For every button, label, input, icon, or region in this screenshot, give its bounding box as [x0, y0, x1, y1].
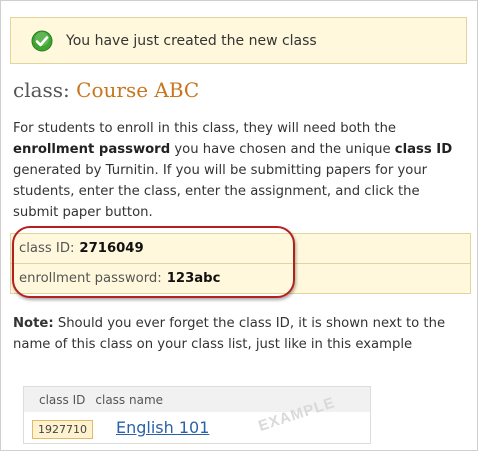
example-class-list: class ID class name 1927710 English 101 …: [23, 386, 371, 444]
note-paragraph: Note: Should you ever forget the class I…: [13, 313, 467, 355]
check-circle-icon: [31, 30, 53, 52]
column-header-class-id: class ID: [39, 392, 86, 407]
example-class-id: 1927710: [32, 420, 93, 439]
class-created-panel: You have just created the new class clas…: [0, 0, 478, 451]
enrollment-instructions: For students to enroll in this class, th…: [13, 118, 465, 223]
example-class-link[interactable]: English 101: [116, 418, 209, 437]
note-text: Should you ever forget the class ID, it …: [13, 316, 446, 352]
note-label: Note:: [13, 316, 54, 331]
highlight-annotation: [12, 226, 295, 298]
success-message: You have just created the new class: [66, 32, 317, 49]
title-prefix: class:: [13, 78, 77, 102]
example-row: 1927710 English 101 EXAMPLE: [24, 394, 370, 444]
instructions-emphasis: class ID: [394, 142, 453, 157]
page-title: class: Course ABC: [13, 78, 199, 102]
column-header-class-name: class name: [95, 392, 164, 407]
instructions-text: you have chosen and the unique: [170, 142, 395, 157]
instructions-text: generated by Turnitin. If you will be su…: [13, 163, 428, 220]
class-name: Course ABC: [76, 78, 200, 102]
instructions-text: For students to enroll in this class, th…: [13, 121, 397, 136]
success-banner: You have just created the new class: [10, 17, 467, 64]
instructions-emphasis: enrollment password: [13, 142, 171, 157]
